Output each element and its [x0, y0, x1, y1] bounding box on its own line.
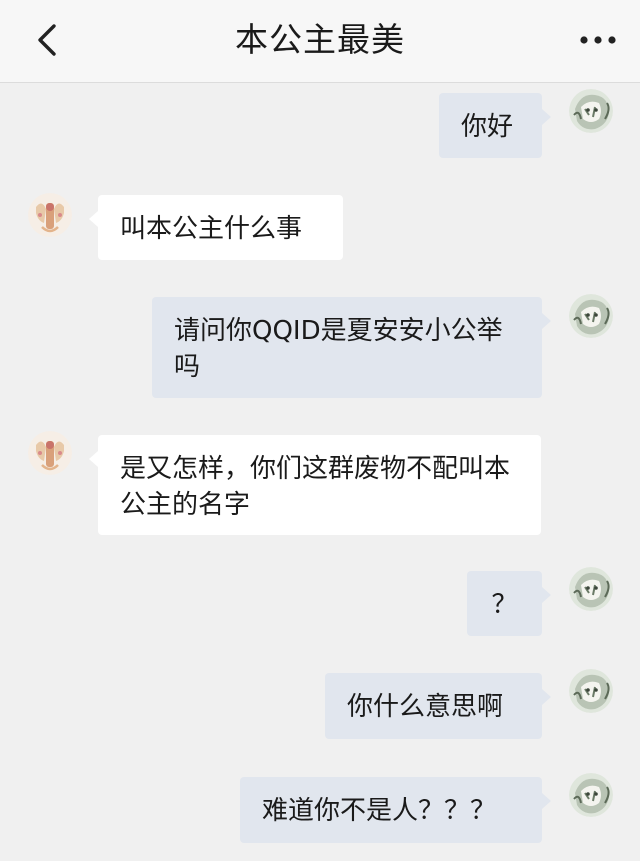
- message-bubble[interactable]: ？: [467, 571, 551, 636]
- bubble-tail: [89, 211, 98, 227]
- avatar-self-image: [569, 567, 613, 611]
- avatar[interactable]: [569, 294, 613, 338]
- message-text: 请问你QQID是夏安安小公举吗: [174, 316, 503, 382]
- avatar[interactable]: [569, 669, 613, 713]
- message-bubble[interactable]: 是又怎样，你们这群废物不配叫本公主的名字: [89, 435, 541, 535]
- message-text: 你什么意思啊: [347, 692, 504, 722]
- chat-header: 本公主最美: [0, 0, 640, 83]
- message-bubble[interactable]: 你什么意思啊: [325, 673, 551, 739]
- bubble-tail: [89, 451, 98, 467]
- avatar[interactable]: [569, 567, 613, 611]
- avatar[interactable]: [569, 773, 613, 817]
- message-bubble[interactable]: 请问你QQID是夏安安小公举吗: [152, 297, 551, 398]
- message-text: 难道你不是人？？？: [262, 796, 497, 826]
- message-bubble[interactable]: 你好: [439, 93, 551, 158]
- avatar-contact-image: [28, 193, 72, 237]
- message-text: ？: [491, 590, 518, 620]
- avatar[interactable]: [569, 89, 613, 133]
- avatar-self-image: [569, 294, 613, 338]
- more-dots-icon: [580, 36, 616, 44]
- avatar-contact-image: [28, 431, 72, 475]
- message-bubble[interactable]: 难道你不是人？？？: [240, 777, 551, 843]
- bubble-tail: [542, 689, 551, 705]
- chat-screen: 本公主最美 你好 叫本公主什么事 请问你QQID是夏安安小公举吗 是又怎样，你们…: [0, 0, 640, 861]
- message-bubble[interactable]: 叫本公主什么事: [89, 195, 343, 260]
- avatar-self-image: [569, 89, 613, 133]
- chat-title: 本公主最美: [235, 20, 405, 59]
- message-list[interactable]: 你好 叫本公主什么事 请问你QQID是夏安安小公举吗 是又怎样，你们这群废物不配…: [0, 83, 640, 861]
- bubble-tail: [542, 793, 551, 809]
- avatar-self-image: [569, 669, 613, 713]
- bubble-tail: [542, 109, 551, 125]
- avatar[interactable]: [28, 193, 72, 237]
- message-text: 是又怎样，你们这群废物不配叫本公主的名字: [120, 454, 511, 520]
- message-text: 你好: [461, 112, 514, 142]
- avatar[interactable]: [28, 431, 72, 475]
- more-button[interactable]: [574, 26, 622, 54]
- avatar-self-image: [569, 773, 613, 817]
- bubble-tail: [542, 587, 551, 603]
- bubble-tail: [542, 313, 551, 329]
- message-text: 叫本公主什么事: [120, 214, 303, 244]
